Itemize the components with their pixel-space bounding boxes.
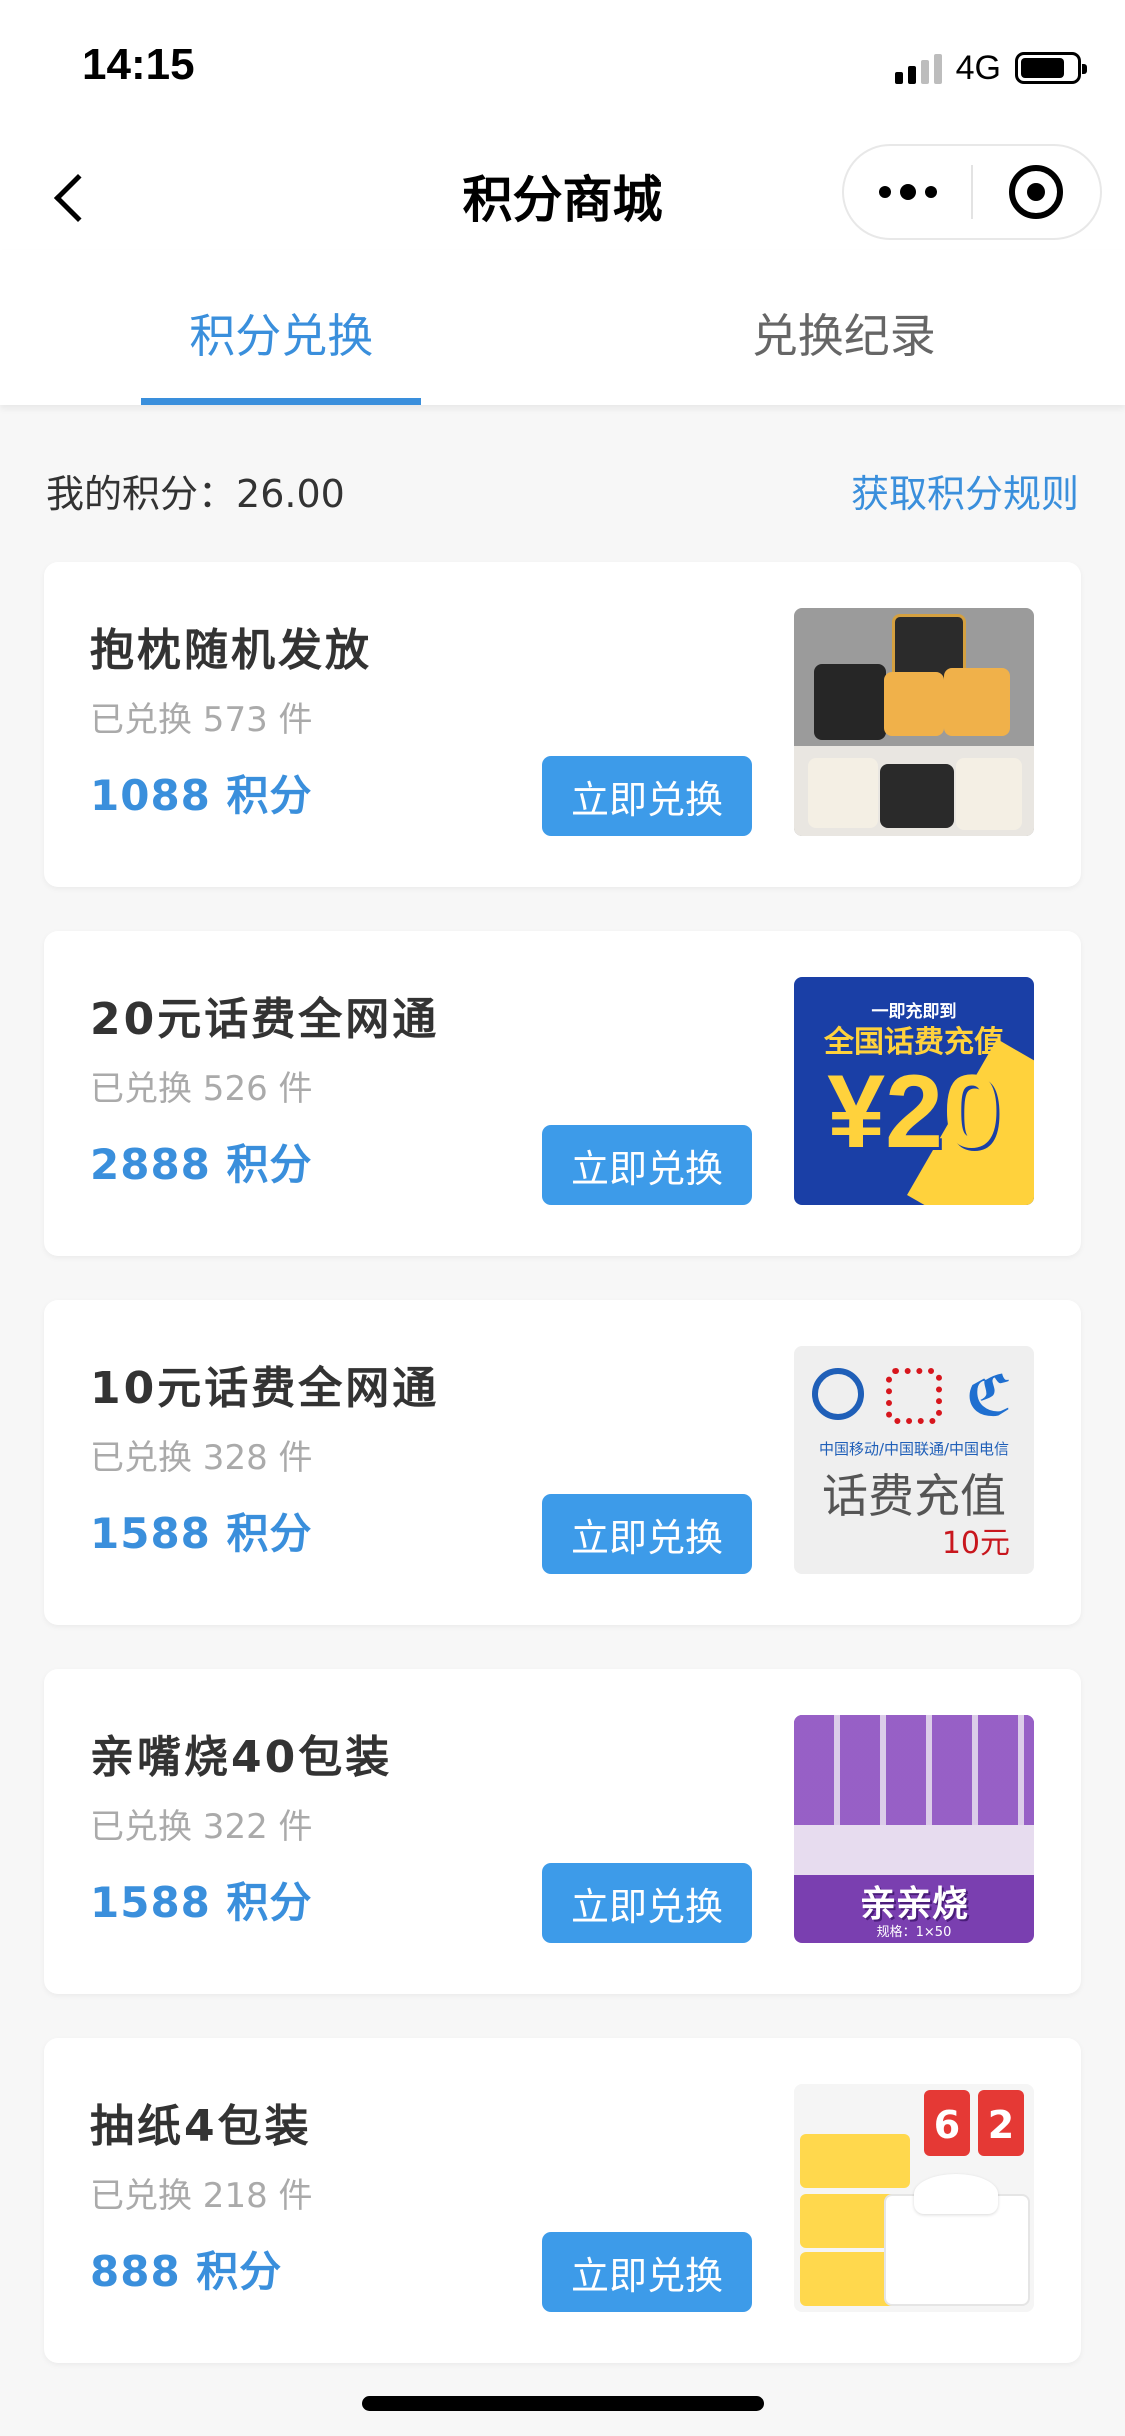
pillows-image	[794, 608, 1034, 836]
product-price: 1588 积分	[90, 1878, 313, 1927]
product-sold-count: 已兑换 322 件	[90, 1807, 313, 1847]
image-amount: 10元	[941, 1526, 1010, 1561]
image-caption: 中国移动/中国联通/中国电信	[818, 1440, 1010, 1458]
china-telecom-logo: ℭ	[966, 1364, 1012, 1429]
status-bar: 14:15 4G	[0, 0, 1125, 140]
redeem-button[interactable]: 立即兑换	[542, 1125, 752, 1205]
my-points-label: 我的积分：	[46, 471, 237, 516]
mini-program-capsule	[842, 144, 1102, 240]
more-button[interactable]	[844, 146, 971, 238]
promo-badge: 2	[978, 2090, 1024, 2156]
snack-image: 亲亲烧 规格：1×50	[794, 1715, 1034, 1943]
product-card[interactable]: 10元话费全网通 已兑换 328 件 1588 积分 立即兑换 ℭ 中国移动/中…	[44, 1300, 1081, 1625]
product-price: 888 积分	[90, 2247, 283, 2296]
product-sold-count: 已兑换 573 件	[90, 700, 313, 740]
product-price: 2888 积分	[90, 1140, 313, 1189]
product-title: 20元话费全网通	[90, 994, 440, 1045]
product-card[interactable]: 抱枕随机发放 已兑换 573 件 1088 积分 立即兑换	[44, 562, 1081, 887]
product-title: 抱枕随机发放	[90, 625, 372, 676]
product-title: 抽纸4包装	[90, 2101, 312, 2152]
status-time: 14:15	[82, 40, 195, 89]
my-points: 我的积分：26.00	[46, 463, 345, 518]
product-sold-count: 已兑换 218 件	[90, 2176, 313, 2216]
product-price: 1088 积分	[90, 771, 313, 820]
tab-label: 兑换纪录	[751, 309, 936, 363]
product-title: 10元话费全网通	[90, 1363, 440, 1414]
network-type: 4G	[955, 48, 1001, 87]
product-card[interactable]: 20元话费全网通 已兑换 526 件 2888 积分 立即兑换 一即充即到 全国…	[44, 931, 1081, 1256]
china-mobile-logo	[812, 1368, 864, 1420]
image-caption: 话费充值	[822, 1469, 1006, 1523]
image-caption: 亲亲烧	[859, 1884, 968, 1925]
status-indicators: 4G	[894, 48, 1087, 88]
tab-points-exchange[interactable]: 积分兑换	[0, 250, 563, 405]
promo-badge: 6	[924, 2090, 970, 2156]
points-row: 我的积分：26.00 获取积分规则	[46, 460, 1079, 520]
tissue-image: 6 2	[794, 2084, 1034, 2312]
redeem-button[interactable]: 立即兑换	[542, 1863, 752, 1943]
my-points-value: 26.00	[236, 471, 345, 516]
product-card[interactable]: 抽纸4包装 已兑换 218 件 888 积分 立即兑换 6 2	[44, 2038, 1081, 2363]
signal-bars-icon	[894, 52, 942, 84]
phone-credit-10-image: ℭ 中国移动/中国联通/中国电信 话费充值 10元	[794, 1346, 1034, 1574]
product-title: 亲嘴烧40包装	[90, 1732, 393, 1783]
tab-exchange-records[interactable]: 兑换纪录	[563, 250, 1125, 405]
close-mini-program-button[interactable]	[973, 146, 1100, 238]
target-circle-icon	[1009, 165, 1064, 219]
battery-icon	[1015, 52, 1087, 84]
redeem-button[interactable]: 立即兑换	[542, 2232, 752, 2312]
points-rules-link[interactable]: 获取积分规则	[851, 463, 1079, 518]
active-tab-indicator	[141, 398, 421, 405]
image-caption: 规格：1×50	[876, 1925, 952, 1940]
redeem-button[interactable]: 立即兑换	[542, 756, 752, 836]
tab-bar: 积分兑换 兑换纪录	[0, 250, 1125, 405]
nav-bar: 积分商城	[0, 140, 1125, 250]
phone-credit-20-image: 一即充即到 全国话费充值 ¥20	[794, 977, 1034, 1205]
product-sold-count: 已兑换 328 件	[90, 1438, 313, 1478]
more-dots-icon	[878, 186, 891, 198]
home-indicator	[362, 2396, 764, 2411]
product-price: 1588 积分	[90, 1509, 313, 1558]
product-card[interactable]: 亲嘴烧40包装 已兑换 322 件 1588 积分 立即兑换 亲亲烧 规格：1×…	[44, 1669, 1081, 1994]
china-unicom-logo	[886, 1368, 942, 1424]
redeem-button[interactable]: 立即兑换	[542, 1494, 752, 1574]
product-sold-count: 已兑换 526 件	[90, 1069, 313, 1109]
tab-label: 积分兑换	[189, 309, 374, 363]
image-amount: ¥20	[827, 1054, 1001, 1170]
